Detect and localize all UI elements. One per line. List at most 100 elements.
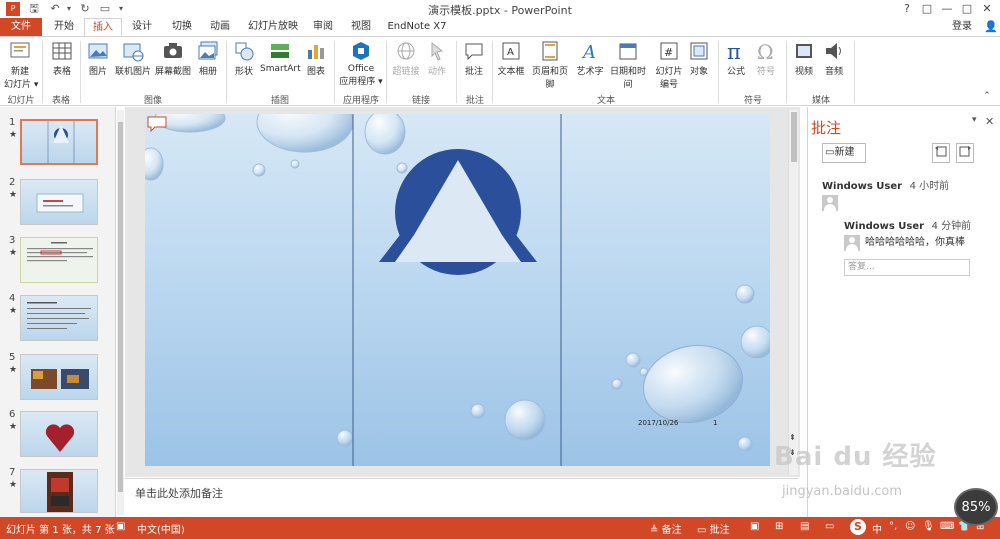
symbol-button[interactable]: Ω 符号 <box>752 40 780 90</box>
emoji-icon[interactable]: ☺ <box>905 521 915 532</box>
slide-number: 1 <box>9 117 16 128</box>
thumbnails-scrollbar[interactable] <box>117 110 124 515</box>
table-button[interactable]: 表格 <box>48 40 76 90</box>
collapse-ribbon-icon[interactable]: ⌃ <box>980 89 994 103</box>
symbol-icon: Ω <box>757 40 774 62</box>
animation-star-icon: ★ <box>9 365 18 375</box>
animation-star-icon: ★ <box>9 190 18 200</box>
album-button[interactable]: 相册 <box>194 40 222 90</box>
notes-pane[interactable]: 单击此处添加备注 <box>125 478 798 516</box>
spellcheck-icon[interactable]: ▣ <box>116 521 125 532</box>
wordart-button[interactable]: A 艺术字 <box>574 40 606 90</box>
office-apps-button[interactable]: Office 应用程序 ▾ <box>338 40 384 90</box>
slideshow-view-icon[interactable]: ▭ <box>825 521 834 532</box>
slide-sorter-icon[interactable]: ⊞ <box>775 521 783 532</box>
previous-comment-button[interactable] <box>932 143 950 163</box>
editor-scrollbar[interactable]: ⇞ ⇟ <box>788 110 798 475</box>
slide-date: 2017/10/26 <box>638 419 679 427</box>
textbox-label: 文本框 <box>497 67 525 77</box>
keyboard-icon[interactable]: ⌨ <box>940 521 954 532</box>
comment-author-name: Windows User <box>822 181 903 192</box>
minimize-button[interactable]: — <box>938 1 956 17</box>
reading-view-icon[interactable]: ▤ <box>800 521 809 532</box>
online-picture-icon <box>123 43 144 62</box>
reply-input[interactable]: 答复... <box>844 259 970 276</box>
online-picture-button[interactable]: 联机图片 <box>114 40 152 90</box>
slide-canvas[interactable]: 2017/10/26 1 <box>145 114 770 466</box>
smartart-button[interactable]: SmartArt <box>260 40 301 90</box>
online-picture-label: 联机图片 <box>114 67 151 77</box>
ribbon-display-button[interactable]: □ <box>918 1 936 17</box>
slide-number-label: 幻灯片 编号 <box>655 67 683 90</box>
maximize-button[interactable]: □ <box>958 1 976 17</box>
notes-placeholder[interactable]: 单击此处添加备注 <box>135 485 223 501</box>
header-footer-button[interactable]: 页眉和页脚 <box>528 40 572 90</box>
datetime-button[interactable]: 日期和时间 <box>606 40 650 90</box>
language-indicator[interactable]: 中文(中国) <box>137 521 185 536</box>
tab-review[interactable]: 审阅 <box>306 18 340 36</box>
datetime-label: 日期和时间 <box>609 67 646 90</box>
equation-button[interactable]: π 公式 <box>722 40 750 90</box>
new-slide-button[interactable]: 新建 幻灯片 ▾ <box>4 40 38 90</box>
action-icon <box>431 41 444 61</box>
slide-thumbnail-5[interactable] <box>20 354 98 400</box>
normal-view-icon[interactable]: ▣ <box>750 521 759 532</box>
next-comment-button[interactable] <box>956 143 974 163</box>
tab-design[interactable]: 设计 <box>124 18 160 36</box>
picture-button[interactable]: 图片 <box>84 40 112 90</box>
slide-thumbnail-1[interactable] <box>20 119 98 165</box>
tab-view[interactable]: 视图 <box>344 18 378 36</box>
tab-slideshow[interactable]: 幻灯片放映 <box>244 18 302 36</box>
microphone-icon[interactable]: 🎙 <box>922 521 935 532</box>
tab-endnote[interactable]: EndNote X7 <box>384 18 450 36</box>
object-button[interactable]: 对象 <box>686 40 712 90</box>
tab-transitions[interactable]: 切换 <box>164 18 200 36</box>
punctuation-icon[interactable]: °, <box>889 521 897 532</box>
group-label-symbols: 符号 <box>743 96 762 106</box>
audio-icon <box>826 43 841 59</box>
ime-chinese-icon[interactable]: 中 <box>872 521 882 536</box>
slide-thumbnails-pane: 1 ★ 2 ★ 3 ★ 4 ★ 5 ★ 6 ★ 7 ★ <box>0 107 116 517</box>
tab-animations[interactable]: 动画 <box>202 18 238 36</box>
slide-thumbnail-4[interactable] <box>20 295 98 341</box>
textbox-button[interactable]: A 文本框 <box>494 40 528 90</box>
hyperlink-button[interactable]: 超链接 <box>390 40 422 90</box>
tab-insert[interactable]: 插入 <box>84 18 122 37</box>
watermark-brand: Bai du 经验 <box>774 442 937 472</box>
tab-home[interactable]: 开始 <box>46 18 82 36</box>
audio-button[interactable]: 音频 <box>820 40 848 90</box>
slide-number-button[interactable]: # 幻灯片 编号 <box>652 40 686 90</box>
tab-file[interactable]: 文件 <box>0 18 42 36</box>
animation-star-icon: ★ <box>9 422 18 432</box>
login-link[interactable]: 登录 <box>952 18 972 36</box>
action-button[interactable]: 动作 <box>424 40 450 90</box>
object-icon <box>690 42 708 60</box>
notes-toggle[interactable]: ≜ 备注 <box>650 521 682 536</box>
user-avatar-icon[interactable]: 👤 <box>984 20 998 34</box>
pane-options-icon[interactable]: ▾ <box>972 115 977 125</box>
close-pane-icon[interactable]: ✕ <box>985 115 994 128</box>
chart-button[interactable]: 图表 <box>304 40 328 90</box>
group-label-tables: 表格 <box>51 96 70 106</box>
comment-marker-icon[interactable] <box>147 116 167 135</box>
new-comment-button[interactable]: ▭新建 <box>822 143 866 163</box>
close-button[interactable]: ✕ <box>978 1 996 17</box>
slide-thumbnail-7[interactable] <box>20 469 98 513</box>
slide-thumbnail-6[interactable] <box>20 411 98 457</box>
slide-number: 5 <box>9 352 16 363</box>
new-slide-icon <box>10 42 30 58</box>
office-apps-label: Office 应用程序 ▾ <box>339 64 383 87</box>
slide-thumbnail-3[interactable] <box>20 237 98 283</box>
video-button[interactable]: 视频 <box>790 40 818 90</box>
slide-thumbnail-preview <box>47 472 73 512</box>
picture-label: 图片 <box>88 67 107 77</box>
slide-thumbnail-2[interactable] <box>20 179 98 225</box>
comments-toggle[interactable]: ▭ 批注 <box>697 521 730 536</box>
textbox-icon: A <box>502 42 520 60</box>
ime-logo-icon[interactable]: S <box>850 519 866 535</box>
help-button[interactable]: ? <box>898 1 916 17</box>
comment-button[interactable]: 批注 <box>460 40 488 90</box>
zoom-level-badge[interactable]: 85% <box>954 488 998 526</box>
shapes-button[interactable]: 形状 <box>230 40 258 90</box>
screenshot-button[interactable]: 屏幕截图 <box>154 40 192 90</box>
